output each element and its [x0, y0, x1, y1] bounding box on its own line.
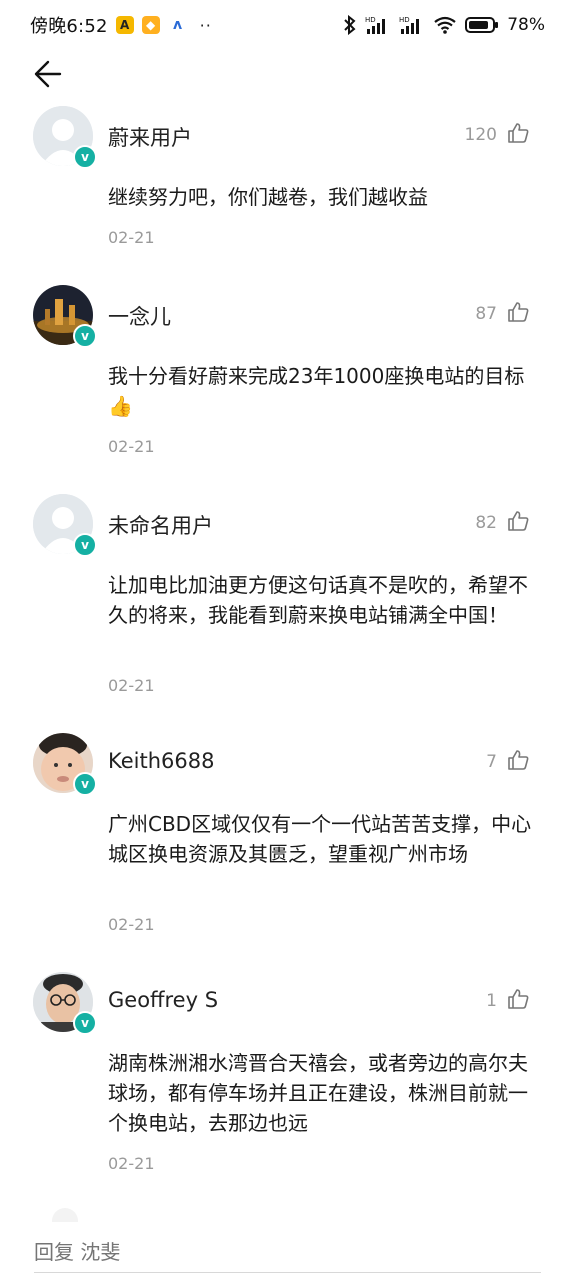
avatar[interactable]: v: [33, 733, 97, 796]
svg-text:HD: HD: [399, 16, 410, 24]
signal-icon-2: HD: [399, 15, 425, 35]
comment-author[interactable]: 未命名用户: [108, 510, 213, 540]
reply-bar: [0, 1208, 575, 1280]
avatar[interactable]: v: [33, 285, 97, 348]
verified-badge-icon: v: [73, 145, 97, 169]
comment-text: 我十分看好蔚来完成23年1000座换电站的目标👍: [108, 364, 525, 418]
avatar[interactable]: v: [33, 494, 97, 557]
avatar[interactable]: v: [33, 106, 97, 169]
comment-date: 02-21: [108, 437, 155, 456]
reply-underline: [34, 1272, 541, 1273]
more-notifications-icon: ··: [199, 15, 212, 35]
bluetooth-icon: [343, 15, 357, 35]
status-bar: 傍晚6:52 A ◆ ʌ ·· HD HD 78%: [0, 0, 575, 50]
like-count: 120: [464, 125, 497, 145]
reply-input[interactable]: [34, 1234, 534, 1270]
thumbs-up-icon: [507, 510, 529, 536]
comment-date: 02-21: [108, 915, 155, 934]
verified-badge-icon: v: [73, 1011, 97, 1035]
thumbs-up-icon: [507, 301, 529, 327]
verified-badge-icon: v: [73, 324, 97, 348]
arrow-left-icon: [30, 58, 62, 94]
comment-author[interactable]: Keith6688: [108, 749, 214, 773]
status-time: 傍晚6:52: [30, 16, 108, 37]
thumbs-up-icon: [507, 122, 529, 148]
comment-item: v 蔚来用户 120 继续努力吧，你们越卷，我们越收益 02-21: [0, 100, 575, 290]
app-notification-icon-2: ◆: [141, 16, 160, 34]
svg-text:HD: HD: [365, 16, 376, 24]
comment-author[interactable]: 蔚来用户: [108, 122, 192, 152]
comment-text: 广州CBD区域仅仅有一个一代站苦苦支撑，中心城区换电资源及其匮乏，望重视广州市场: [108, 812, 532, 866]
avatar[interactable]: v: [33, 972, 97, 1035]
verified-badge-icon: v: [73, 533, 97, 557]
verified-badge-icon: v: [73, 772, 97, 796]
comment-text: 湖南株洲湘水湾晋合天禧会，或者旁边的高尔夫球场，都有停车场并且正在建设，株洲目前…: [108, 1051, 528, 1135]
comment-item: v Keith6688 7 广州CBD区域仅仅有一个一代站苦苦支撑，中心城区换电…: [0, 727, 575, 967]
battery-percent: 78%: [507, 15, 545, 35]
like-button[interactable]: 87: [475, 301, 529, 327]
comment-date: 02-21: [108, 676, 155, 695]
back-button[interactable]: [30, 54, 74, 98]
comment-item: v 一念儿 87 我十分看好蔚来完成23年1000座换电站的目标👍 02-21: [0, 279, 575, 489]
comment-item: v Geoffrey S 1 湖南株洲湘水湾晋合天禧会，或者旁边的高尔夫球场，都…: [0, 966, 575, 1206]
wifi-icon: [433, 15, 457, 35]
like-count: 7: [486, 752, 497, 772]
comment-text: 让加电比加油更方便这句话真不是吹的，希望不久的将来，我能看到蔚来换电站铺满全中国…: [108, 573, 528, 627]
status-right: HD HD 78%: [343, 15, 545, 35]
next-comment-avatar-stub: [52, 1208, 78, 1222]
app-notification-icon: A: [115, 16, 134, 34]
like-count: 1: [486, 991, 497, 1011]
comment-author[interactable]: Geoffrey S: [108, 988, 218, 1012]
thumbs-up-icon: [507, 749, 529, 775]
thumbs-up-icon: [507, 988, 529, 1014]
like-button[interactable]: 7: [486, 749, 529, 775]
like-button[interactable]: 1: [486, 988, 529, 1014]
comment-item: v 未命名用户 82 让加电比加油更方便这句话真不是吹的，希望不久的将来，我能看…: [0, 488, 575, 728]
battery-icon: [465, 16, 499, 34]
comment-date: 02-21: [108, 1154, 155, 1173]
like-count: 87: [475, 304, 497, 324]
like-count: 82: [475, 513, 497, 533]
app-notification-icon-3: ʌ: [173, 17, 183, 33]
comment-text: 继续努力吧，你们越卷，我们越收益: [108, 185, 428, 209]
like-button[interactable]: 82: [475, 510, 529, 536]
status-left: 傍晚6:52 A ◆ ʌ ··: [30, 12, 212, 38]
signal-icon: HD: [365, 15, 391, 35]
like-button[interactable]: 120: [465, 122, 529, 148]
comment-date: 02-21: [108, 228, 155, 247]
comment-author[interactable]: 一念儿: [108, 301, 171, 331]
